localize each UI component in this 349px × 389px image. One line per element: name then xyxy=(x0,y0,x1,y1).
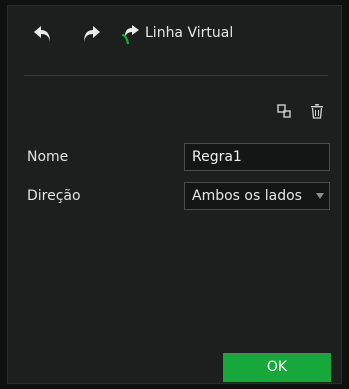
direction-select[interactable]: Ambos os lados xyxy=(184,182,330,210)
toolbar: Linha Virtual xyxy=(8,6,341,66)
name-input[interactable]: Regra1 xyxy=(184,143,330,171)
trash-icon[interactable] xyxy=(309,103,325,119)
copy-icon[interactable] xyxy=(276,103,292,119)
direction-value: Ambos os lados xyxy=(192,188,302,204)
toolbar-title: Linha Virtual xyxy=(145,25,234,41)
divider xyxy=(24,75,328,76)
virtual-line-icon[interactable] xyxy=(119,23,141,45)
name-label: Nome xyxy=(27,149,69,165)
redo-icon[interactable] xyxy=(80,23,102,45)
undo-icon[interactable] xyxy=(32,23,54,45)
rule-panel: Linha Virtual Nome Regra1 Direção Ambos … xyxy=(7,5,342,384)
chevron-down-icon xyxy=(316,193,324,199)
ok-button[interactable]: OK xyxy=(223,353,331,382)
direction-label: Direção xyxy=(27,188,81,204)
